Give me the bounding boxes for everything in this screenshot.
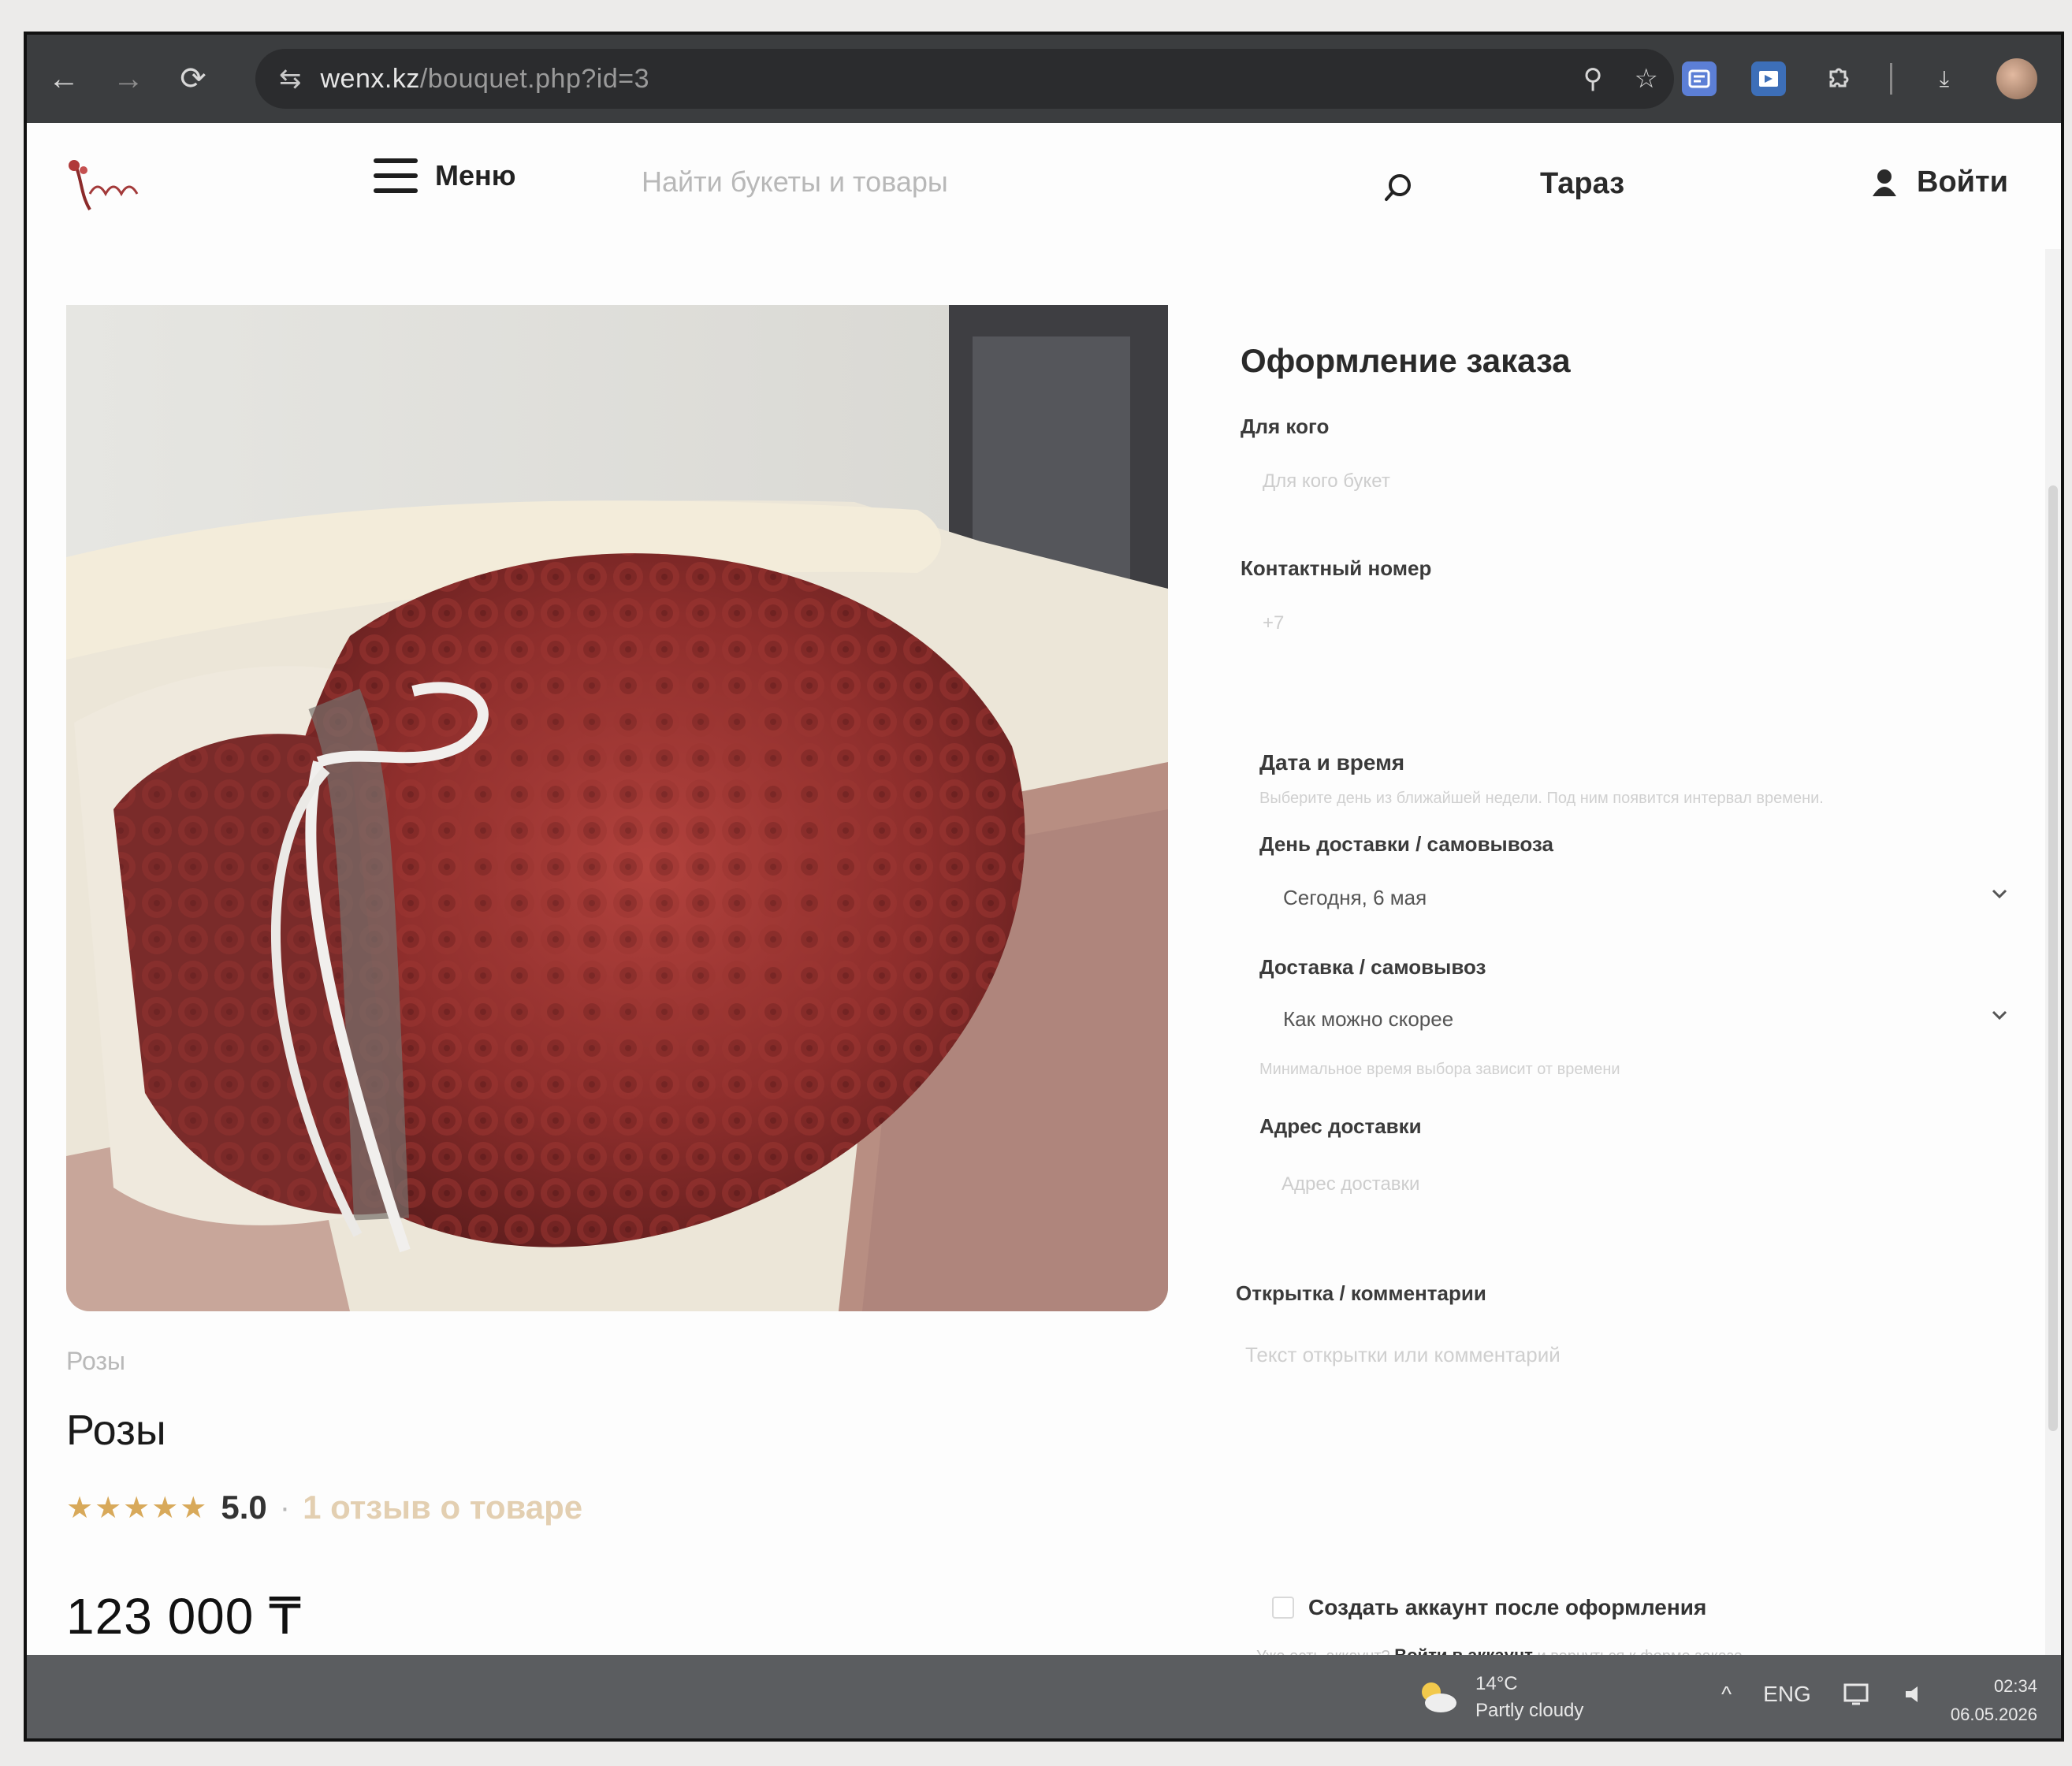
chevron-down-icon xyxy=(1992,1010,2007,1021)
delivery-day-value: Сегодня, 6 мая xyxy=(1283,885,1427,909)
system-tray: ^ ENG xyxy=(1721,1682,1928,1707)
product-title: Розы xyxy=(66,1407,166,1454)
create-account-checkbox[interactable] xyxy=(1272,1597,1294,1619)
network-icon[interactable] xyxy=(1843,1682,1871,1707)
logo-icon[interactable] xyxy=(58,154,145,217)
rating-value: 5.0 xyxy=(221,1489,267,1526)
volume-icon[interactable] xyxy=(1903,1682,1928,1707)
taskbar: 14°C Partly cloudy ^ ENG 02:34 06.05.202… xyxy=(27,1655,2061,1738)
search-input[interactable] xyxy=(642,154,1422,210)
address-bar[interactable]: ⇆ wenx.kz/bouquet.php?id=3 ⚲ ☆ xyxy=(255,49,1674,109)
product-category[interactable]: Розы xyxy=(66,1347,125,1376)
forward-icon[interactable]: → xyxy=(101,51,156,106)
create-account-label: Создать аккаунт после оформления xyxy=(1308,1595,1707,1619)
weather-condition: Partly cloudy xyxy=(1475,1700,1584,1721)
address-input[interactable] xyxy=(1259,1155,2016,1214)
toolbar-separator xyxy=(1890,63,1892,95)
search-icon[interactable] xyxy=(1382,172,1414,203)
temperature: 14°C xyxy=(1475,1673,1518,1694)
bookmark-star-icon[interactable]: ☆ xyxy=(1635,63,1658,95)
recipient-label: Для кого xyxy=(1241,415,1330,438)
delivery-mode-select[interactable]: Как можно скорее xyxy=(1259,990,2016,1048)
url-path: /bouquet.php?id=3 xyxy=(419,63,649,94)
product-rating: ★★★★★ 5.0 · 1 отзыв о товаре xyxy=(66,1489,582,1526)
clock-date: 06.05.2026 xyxy=(1950,1705,2037,1724)
datetime-section-title: Дата и время xyxy=(1259,750,1405,775)
photo-frame: ← → ⟳ ⇆ wenx.kz/bouquet.php?id=3 ⚲ ☆ ⤓ М… xyxy=(0,0,2072,1766)
address-bar-icons: ⚲ ☆ xyxy=(1583,49,1658,109)
hamburger-icon xyxy=(374,158,418,193)
browser-toolbar: ← → ⟳ ⇆ wenx.kz/bouquet.php?id=3 ⚲ ☆ ⤓ xyxy=(27,35,2061,123)
delivery-mode-label: Доставка / самовывоз xyxy=(1259,955,1486,979)
url-host: wenx.kz xyxy=(320,63,420,94)
partly-cloudy-icon xyxy=(1422,1682,1456,1712)
product-image[interactable] xyxy=(66,305,1168,1311)
zoom-icon[interactable]: ⚲ xyxy=(1583,63,1603,95)
menu-label: Меню xyxy=(435,159,516,191)
comment-textarea[interactable] xyxy=(1225,1327,2013,1477)
site-header: Меню Тараз Войти xyxy=(27,123,2061,249)
review-link[interactable]: 1 отзыв о товаре xyxy=(303,1489,582,1526)
bouquet-photo xyxy=(66,305,1168,1311)
rating-separator: · xyxy=(279,1489,291,1525)
delivery-mode-value: Как можно скорее xyxy=(1283,1006,1454,1031)
weather-widget[interactable]: 14°C Partly cloudy xyxy=(1414,1671,1583,1724)
extension-cast-icon[interactable] xyxy=(1751,61,1786,96)
address-label: Адрес доставки xyxy=(1259,1114,1422,1138)
user-icon xyxy=(1873,169,1896,196)
profile-avatar[interactable] xyxy=(1996,58,2037,99)
url-text[interactable]: wenx.kz/bouquet.php?id=3 xyxy=(321,64,650,95)
delivery-mode-hint: Минимальное время выбора зависит от врем… xyxy=(1259,1061,1620,1078)
recipient-input[interactable] xyxy=(1241,452,1997,511)
phone-label: Контактный номер xyxy=(1241,556,1432,580)
menu-button[interactable]: Меню xyxy=(374,158,516,193)
tray-chevron-icon[interactable]: ^ xyxy=(1721,1682,1732,1707)
page-scrollbar[interactable] xyxy=(2045,249,2061,1683)
system-clock[interactable]: 02:34 06.05.2026 xyxy=(1951,1672,2037,1729)
login-button[interactable]: Войти xyxy=(1871,165,2008,199)
comment-label: Открытка / комментарии xyxy=(1236,1281,1486,1305)
scrollbar-thumb[interactable] xyxy=(2048,485,2058,1431)
city-selector[interactable]: Тараз xyxy=(1540,167,1624,201)
create-account-row[interactable]: Создать аккаунт после оформления xyxy=(1272,1595,1706,1620)
chevron-down-icon xyxy=(1992,889,2007,899)
extension-translate-icon[interactable] xyxy=(1682,61,1717,96)
weather-text: 14°C Partly cloudy xyxy=(1475,1671,1583,1724)
delivery-day-select[interactable]: Сегодня, 6 мая xyxy=(1259,868,2016,927)
delivery-day-label: День доставки / самовывоза xyxy=(1259,832,1553,856)
product-price: 123 000 ₸ xyxy=(66,1588,302,1645)
login-label: Войти xyxy=(1917,165,2008,199)
order-form-title: Оформление заказа xyxy=(1241,342,1571,379)
extensions-puzzle-icon[interactable] xyxy=(1821,61,1855,96)
download-icon[interactable]: ⤓ xyxy=(1927,61,1962,96)
reload-icon[interactable]: ⟳ xyxy=(166,51,221,106)
extension-icons: ⤓ xyxy=(1682,49,2037,109)
datetime-hint: Выберите день из ближайшей недели. Под н… xyxy=(1259,790,1824,807)
rating-stars-icon: ★★★★★ xyxy=(66,1491,209,1525)
screen: ← → ⟳ ⇆ wenx.kz/bouquet.php?id=3 ⚲ ☆ ⤓ М… xyxy=(24,32,2064,1742)
language-indicator[interactable]: ENG xyxy=(1763,1682,1811,1707)
back-icon[interactable]: ← xyxy=(36,51,91,106)
site-settings-icon[interactable]: ⇆ xyxy=(279,63,302,95)
phone-input[interactable] xyxy=(1241,594,1997,652)
clock-time: 02:34 xyxy=(1993,1676,2037,1696)
